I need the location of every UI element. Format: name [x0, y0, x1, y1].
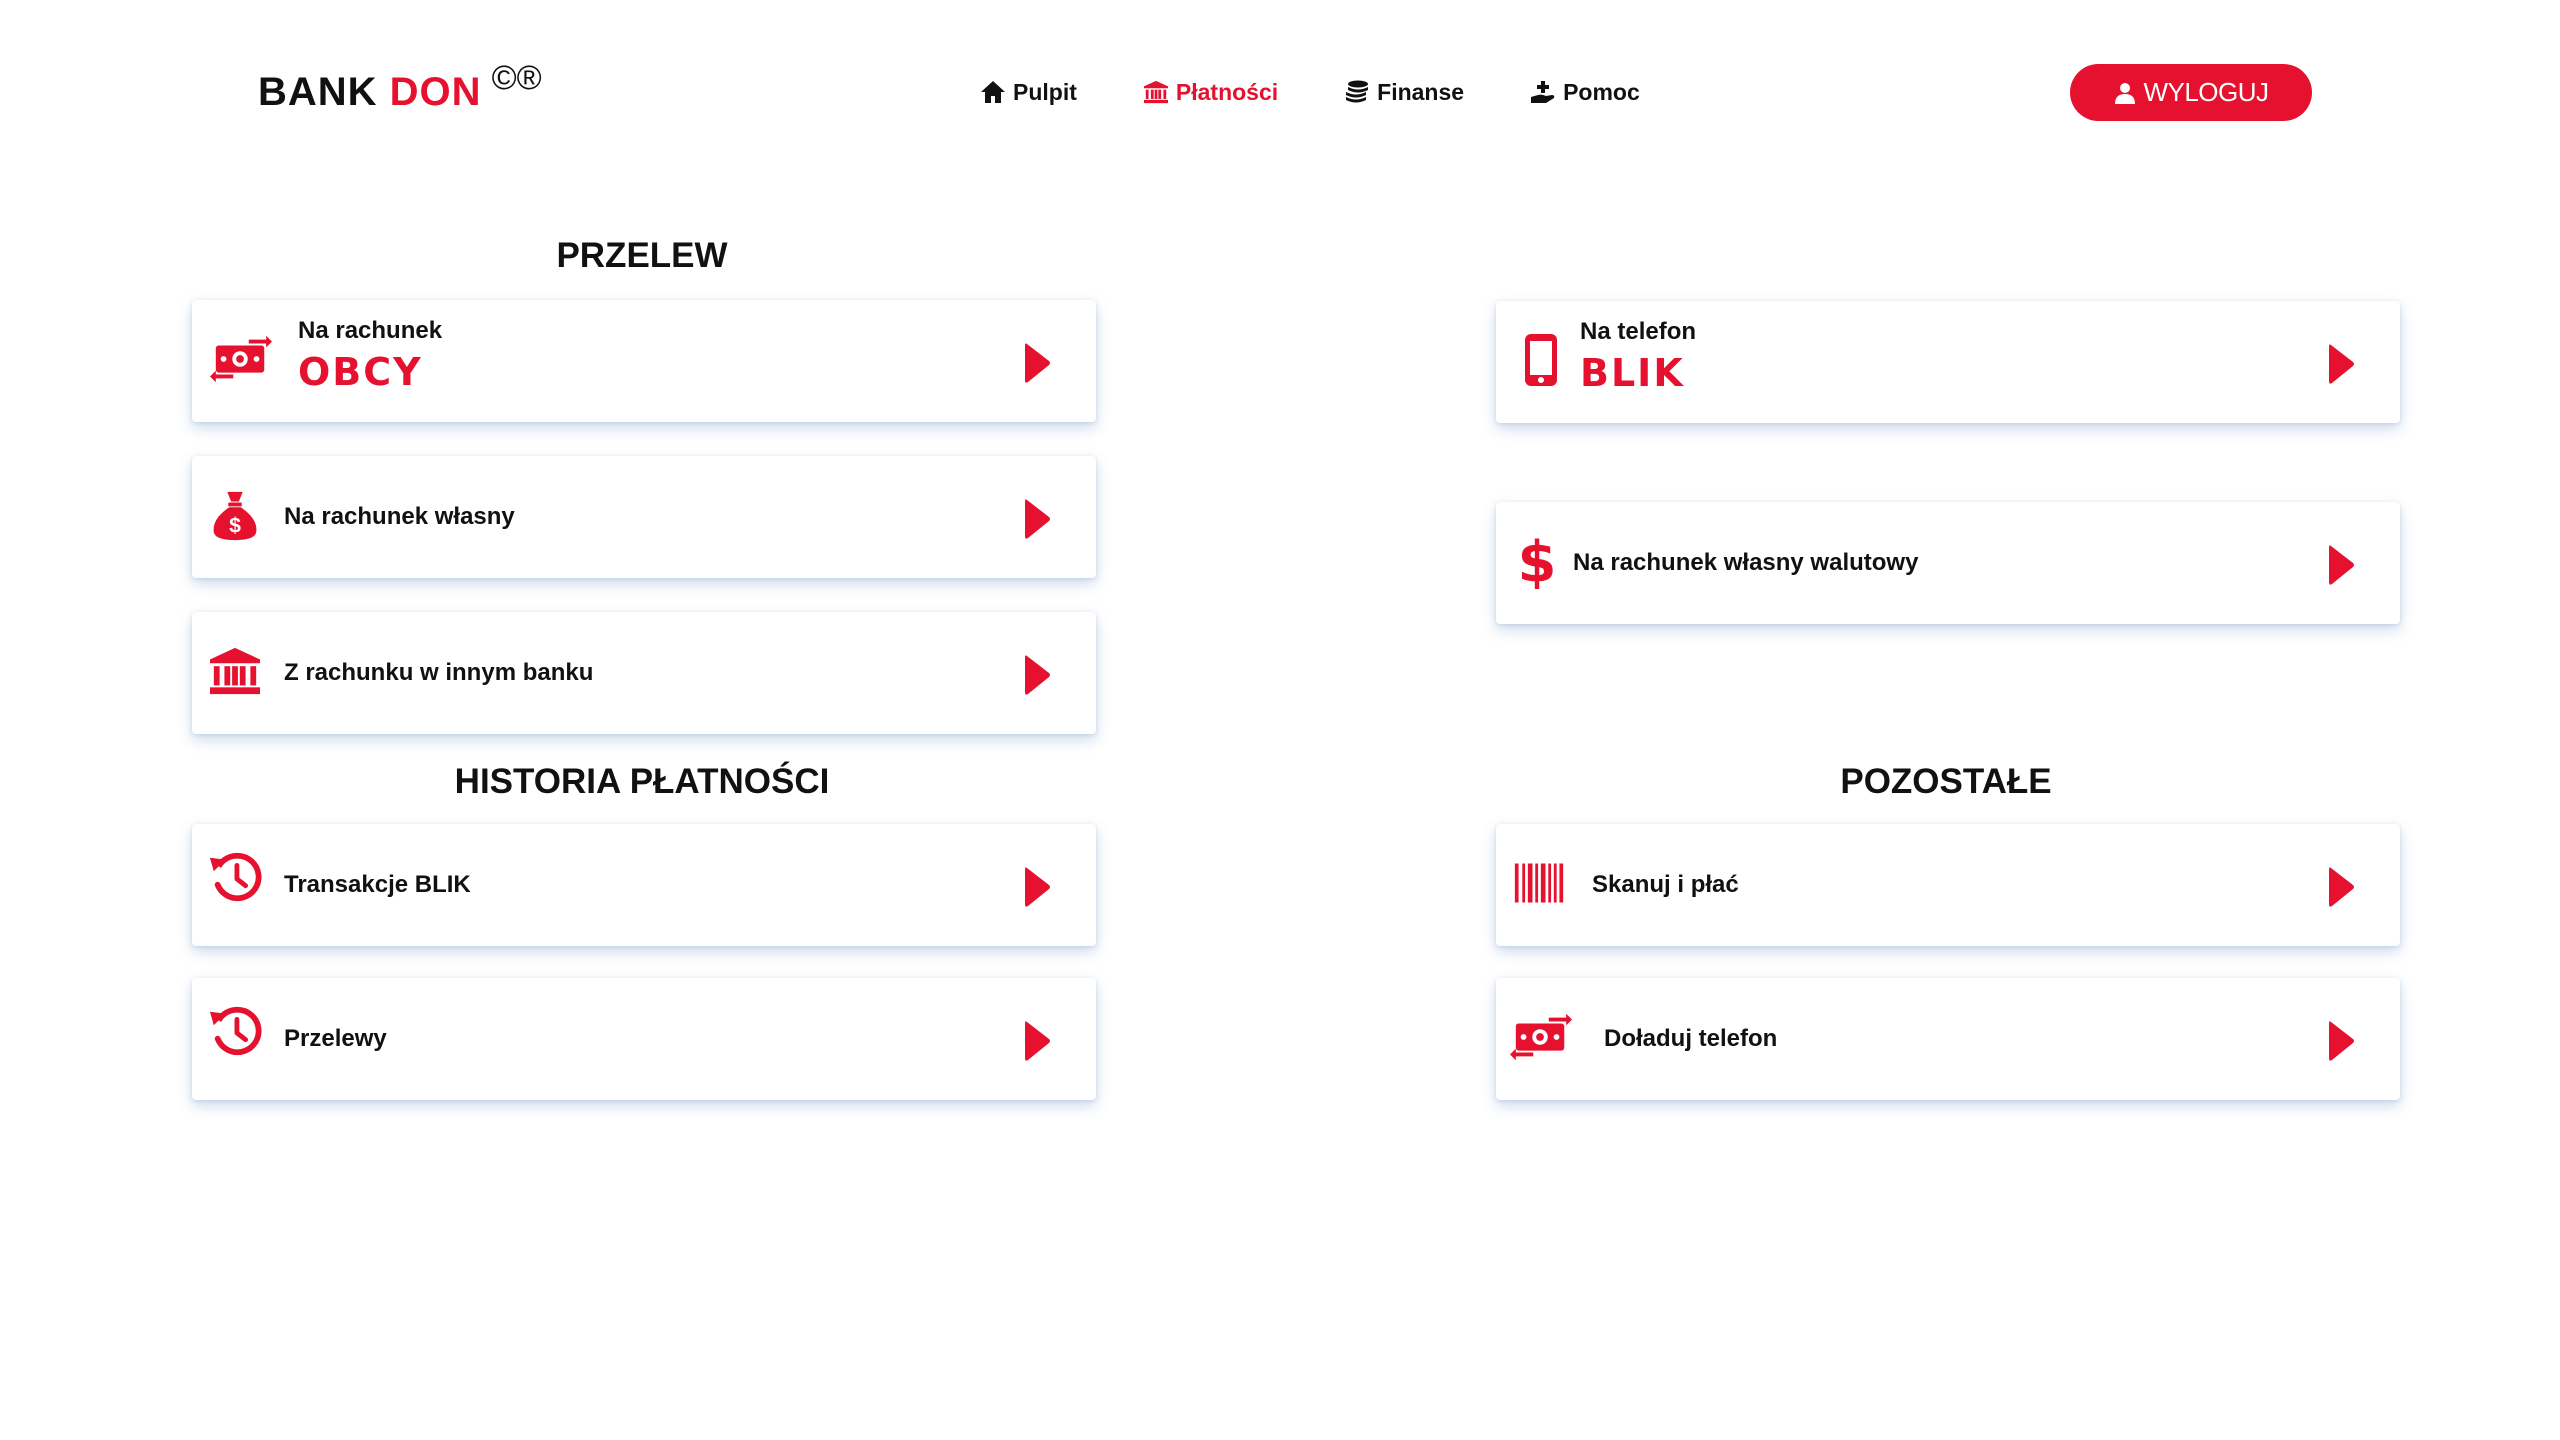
bank-logo[interactable]: BANK DON ©® [258, 59, 542, 120]
nav-item-pomoc[interactable]: Pomoc [1530, 79, 1640, 106]
card-top-up-phone[interactable]: Doładuj telefon [1496, 978, 2400, 1100]
money-transfer-icon [210, 328, 272, 390]
logo-don-text: DON [389, 70, 482, 114]
card-highlight: BLIK [1580, 351, 1685, 395]
history-icon [204, 1000, 266, 1062]
card-highlight: OBCY [298, 350, 423, 394]
money-bag-icon [204, 484, 266, 546]
card-transfer-other-bank[interactable]: Z rachunku w innym banku [192, 612, 1096, 734]
nav-item-platnosci[interactable]: Płatności [1143, 79, 1278, 106]
logo-bank-text: BANK [258, 70, 378, 114]
barcode-icon [1508, 852, 1570, 914]
arrow-right-icon [2326, 864, 2356, 910]
arrow-right-icon [1022, 340, 1052, 386]
card-subtitle: Na rachunek [298, 317, 443, 344]
arrow-right-icon [1022, 1018, 1052, 1064]
logout-button[interactable]: WYLOGUJ [2070, 64, 2312, 121]
card-label: Na rachunek własny [284, 503, 515, 530]
smartphone-icon [1510, 329, 1572, 391]
section-title-historia: HISTORIA PŁATNOŚCI [454, 762, 830, 801]
card-label: Doładuj telefon [1604, 1025, 1778, 1052]
card-transfer-foreign-account[interactable]: Na rachunek OBCY [192, 300, 1096, 422]
bank-icon [204, 640, 266, 702]
arrow-right-icon [2326, 341, 2356, 387]
arrow-right-icon [2326, 1018, 2356, 1064]
card-label: Na rachunek własny walutowy [1573, 549, 1919, 576]
arrow-right-icon [1022, 652, 1052, 698]
user-icon [2115, 82, 2136, 104]
arrow-right-icon [2326, 542, 2356, 588]
nav-item-label: Pulpit [1013, 78, 1077, 105]
money-transfer-icon [1510, 1006, 1572, 1068]
nav-item-label: Pomoc [1563, 78, 1640, 105]
nav-item-label: Płatności [1175, 78, 1279, 105]
card-subtitle: Na telefon [1580, 318, 1697, 345]
card-transfer-own-currency[interactable]: Na rachunek własny walutowy [1496, 502, 2400, 624]
arrow-right-icon [1022, 496, 1052, 542]
card-label: Transakcje BLIK [284, 871, 471, 898]
nav-item-label: Finanse [1377, 78, 1465, 105]
helping-hand-icon [1531, 81, 1555, 103]
card-blik-phone[interactable]: Na telefon BLIK [1496, 301, 2400, 423]
coins-icon [1346, 80, 1369, 103]
card-history-blik[interactable]: Transakcje BLIK [192, 824, 1096, 946]
card-label: Z rachunku w innym banku [284, 659, 594, 686]
dollar-icon [1506, 530, 1568, 592]
bank-icon [1143, 79, 1169, 105]
logout-label: WYLOGUJ [2143, 77, 2269, 107]
arrow-right-icon [1022, 864, 1052, 910]
history-icon [204, 846, 266, 908]
logo-trademark-marks: ©® [491, 59, 542, 97]
card-label: Skanuj i płać [1592, 871, 1739, 898]
home-icon [981, 81, 1005, 103]
main-nav: Pulpit Płatności Finanse Pomoc [980, 74, 1640, 110]
card-history-transfers[interactable]: Przelewy [192, 978, 1096, 1100]
nav-item-pulpit[interactable]: Pulpit [980, 79, 1077, 106]
card-transfer-own-account[interactable]: Na rachunek własny [192, 456, 1096, 578]
card-scan-and-pay[interactable]: Skanuj i płać [1496, 824, 2400, 946]
nav-item-finanse[interactable]: Finanse [1344, 79, 1464, 106]
card-label: Przelewy [284, 1025, 387, 1052]
section-title-przelew: PRZELEW [556, 236, 728, 275]
section-title-pozostale: POZOSTAŁE [1840, 762, 2052, 801]
